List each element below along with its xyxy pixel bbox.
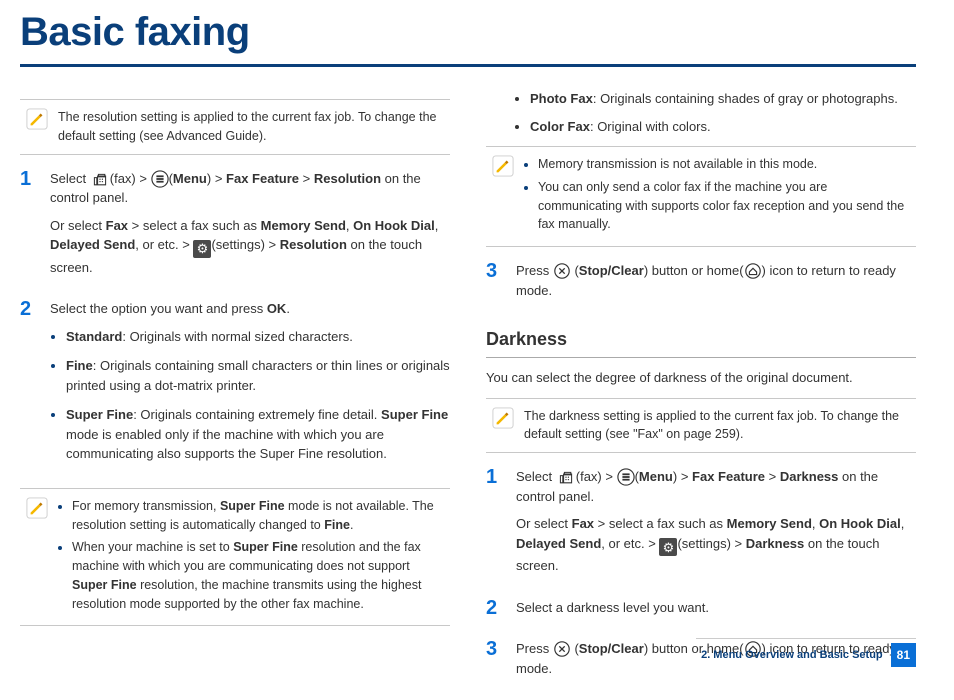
option-photo-fax: Photo Fax: Originals containing shades o…: [530, 89, 916, 109]
dstep-1-line-1: Select (fax) > (Menu) > Fax Feature > Da…: [516, 467, 916, 506]
darkness-step-2: 2 Select a darkness level you want.: [486, 598, 916, 626]
menu-icon: [151, 170, 169, 188]
subheading-darkness: Darkness: [486, 326, 916, 358]
step-3: 3 Press (Stop/Clear) button or home() ic…: [486, 261, 916, 308]
option-super-fine: Super Fine: Originals containing extreme…: [66, 405, 450, 464]
note-bullet: When your machine is set to Super Fine r…: [72, 538, 444, 613]
note-icon: [492, 407, 514, 429]
step-2-intro: Select the option you want and press OK.: [50, 299, 450, 319]
note-icon: [26, 497, 48, 519]
note-darkness-applied: The darkness setting is applied to the c…: [486, 398, 916, 454]
note-bullet: You can only send a color fax if the mac…: [538, 178, 910, 234]
note-bullet: Memory transmission is not available in …: [538, 155, 910, 174]
note-color-fax: Memory transmission is not available in …: [486, 146, 916, 247]
settings-icon: ⚙: [659, 538, 677, 556]
step-1-line-2: Or select Fax > select a fax such as Mem…: [50, 216, 450, 278]
step-1-line-1: Select (fax) > (Menu) > Fax Feature > Re…: [50, 169, 450, 208]
step-number: 3: [486, 261, 504, 308]
note-bullet: For memory transmission, Super Fine mode…: [72, 497, 444, 535]
stop-clear-icon: [553, 640, 571, 658]
footer: 2. Menu Overview and Basic Setup 81: [696, 638, 916, 667]
note-resolution-applied: The resolution setting is applied to the…: [20, 99, 450, 155]
darkness-intro: You can select the degree of darkness of…: [486, 368, 916, 388]
right-column: Photo Fax: Originals containing shades o…: [486, 89, 916, 700]
darkness-step-1: 1 Select (fax) > (Menu) > Fax Feature > …: [486, 467, 916, 584]
note-text: The resolution setting is applied to the…: [58, 108, 444, 146]
option-standard: Standard: Originals with normal sized ch…: [66, 327, 450, 347]
settings-icon: ⚙: [193, 240, 211, 258]
page-number: 81: [891, 643, 916, 667]
step-number: 2: [20, 299, 38, 474]
stop-clear-icon: [553, 262, 571, 280]
step-number: 3: [486, 639, 504, 686]
fax-icon: [556, 470, 576, 486]
option-color-fax: Color Fax: Original with colors.: [530, 117, 916, 137]
step-2: 2 Select the option you want and press O…: [20, 299, 450, 474]
step-1: 1 Select (fax) > (Menu) > Fax Feature > …: [20, 169, 450, 286]
note-icon: [492, 155, 514, 177]
note-text: The darkness setting is applied to the c…: [524, 407, 910, 445]
fax-icon: [90, 172, 110, 188]
left-column: The resolution setting is applied to the…: [20, 89, 450, 700]
note-icon: [26, 108, 48, 130]
page-title: Basic faxing: [20, 2, 916, 62]
chapter-label: 2. Menu Overview and Basic Setup: [701, 647, 883, 664]
dstep-2-text: Select a darkness level you want.: [516, 598, 916, 618]
step-number: 1: [20, 169, 38, 286]
option-fine: Fine: Originals containing small charact…: [66, 356, 450, 395]
note-super-fine: For memory transmission, Super Fine mode…: [20, 488, 450, 627]
menu-icon: [617, 468, 635, 486]
step-number: 2: [486, 598, 504, 626]
home-icon: [744, 262, 762, 280]
step-number: 1: [486, 467, 504, 584]
step-3-text: Press (Stop/Clear) button or home() icon…: [516, 261, 916, 300]
dstep-1-line-2: Or select Fax > select a fax such as Mem…: [516, 514, 916, 576]
